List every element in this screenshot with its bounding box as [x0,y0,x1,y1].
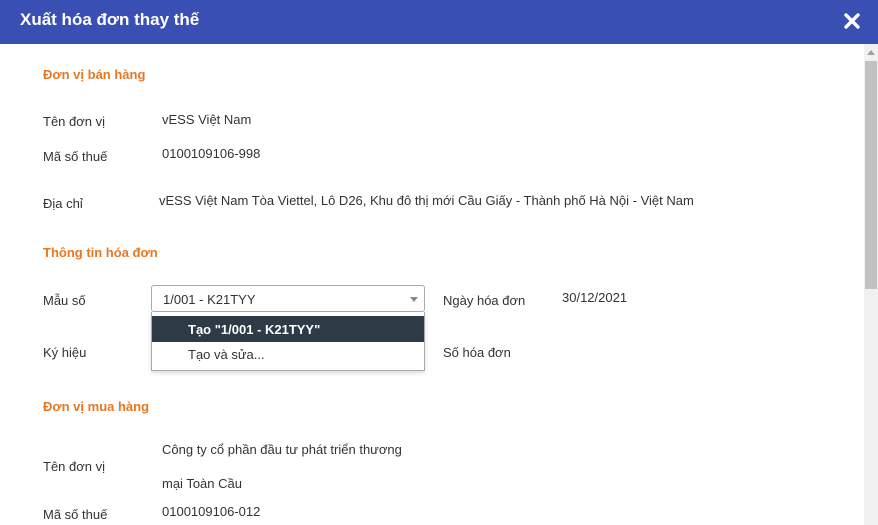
buyer-tax-label: Mã số thuế [43,507,108,522]
date-value: 30/12/2021 [562,290,628,305]
invoice-section-title: Thông tin hóa đơn [43,245,158,260]
dropdown-option-label: Tạo "1/001 - K21TYY" [188,322,321,337]
buyer-name-value: Công ty cổ phần đầu tư phát triển thương… [162,433,402,501]
dialog-title: Xuất hóa đơn thay thế [20,10,200,29]
dropdown-option-create-edit[interactable]: Tạo và sửa... [152,341,424,367]
date-label: Ngày hóa đơn [443,293,526,308]
seller-tax-value: 0100109106-998 [162,146,261,161]
scrollbar-thumb[interactable] [865,61,877,289]
close-button[interactable] [843,12,861,30]
dropdown-option-create[interactable]: Tạo "1/001 - K21TYY" [152,316,424,342]
buyer-name-line: mại Toàn Cầu [162,476,242,491]
seller-name-value: vESS Việt Nam [162,112,252,127]
seller-section-title: Đơn vị bán hàng [43,67,146,82]
dialog-titlebar: Xuất hóa đơn thay thế [0,0,878,44]
template-select-value: 1/001 - K21TYY [163,292,256,307]
vertical-scrollbar[interactable] [864,44,878,525]
buyer-name-line: Công ty cổ phần đầu tư phát triển thương [162,442,402,457]
symbol-label: Ký hiệu [43,345,87,360]
seller-address-label: Địa chỉ [43,196,83,211]
number-label: Số hóa đơn [443,345,511,360]
template-label: Mẫu số [43,293,86,308]
dropdown-option-label: Tạo và sửa... [188,347,265,362]
template-dropdown: Tạo "1/001 - K21TYY" Tạo và sửa... [151,312,425,371]
close-icon [844,13,860,29]
template-select[interactable]: 1/001 - K21TYY [151,285,425,312]
dialog-content: Đơn vị bán hàng Tên đơn vị vESS Việt Nam… [0,44,864,525]
seller-tax-label: Mã số thuế [43,149,108,164]
chevron-down-icon [410,297,418,302]
buyer-tax-value: 0100109106-012 [162,504,261,519]
buyer-section-title: Đơn vị mua hàng [43,399,150,414]
seller-address-value: vESS Việt Nam Tòa Viettel, Lô D26, Khu đ… [159,193,694,208]
scroll-up-icon[interactable] [867,50,875,55]
seller-name-label: Tên đơn vị [43,114,105,129]
buyer-name-label: Tên đơn vị [43,459,105,474]
